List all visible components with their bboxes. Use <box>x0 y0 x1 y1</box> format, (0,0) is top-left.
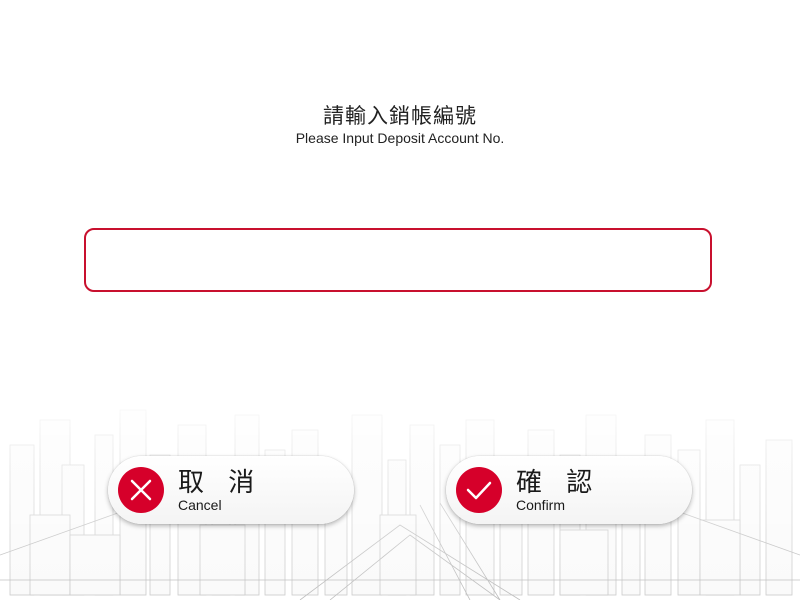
close-icon <box>118 467 164 513</box>
check-icon <box>456 467 502 513</box>
confirm-label-english: Confirm <box>516 497 566 513</box>
cancel-label-english: Cancel <box>178 497 222 513</box>
cancel-button[interactable]: 取 消 Cancel <box>108 456 354 524</box>
prompt-title-chinese: 請輸入銷帳編號 <box>323 104 477 128</box>
confirm-label-chinese: 確 認 <box>516 468 601 498</box>
confirm-button[interactable]: 確 認 Confirm <box>446 456 692 524</box>
cancel-label-chinese: 取 消 <box>178 468 263 498</box>
deposit-account-screen: 請輸入銷帳編號 Please Input Deposit Account No.… <box>0 0 800 600</box>
prompt-title-english: Please Input Deposit Account No. <box>295 130 505 146</box>
deposit-account-input[interactable] <box>84 228 712 292</box>
